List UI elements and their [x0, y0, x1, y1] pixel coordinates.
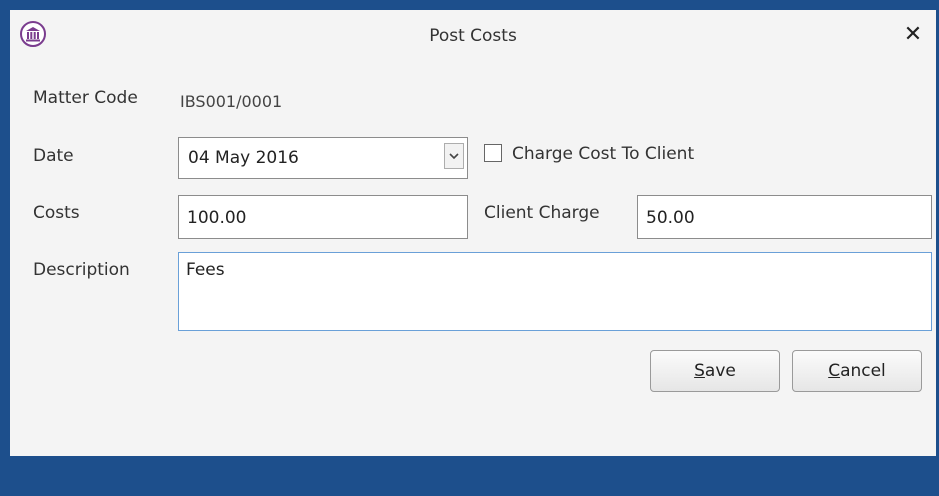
- save-label: ave: [704, 361, 736, 381]
- charge-cost-checkbox[interactable]: [484, 144, 502, 162]
- description-textarea-value: Fees: [186, 260, 225, 280]
- dialog-title: Post Costs: [429, 26, 517, 46]
- cancel-button[interactable]: Cancel: [792, 350, 922, 392]
- date-dropdown-value: 04 May 2016: [188, 148, 299, 168]
- date-dropdown[interactable]: 04 May 2016: [178, 137, 468, 179]
- costs-input-value: 100.00: [187, 208, 247, 228]
- costs-input[interactable]: 100.00: [178, 195, 468, 239]
- matter-code-label: Matter Code: [33, 88, 138, 108]
- description-label: Description: [33, 260, 130, 280]
- client-charge-label: Client Charge: [484, 203, 600, 223]
- date-label: Date: [33, 146, 74, 166]
- cancel-label: ancel: [840, 361, 886, 381]
- save-mnemonic: S: [694, 361, 705, 381]
- matter-code-value: IBS001/0001: [180, 92, 283, 111]
- post-costs-dialog: Post Costs ✕ Matter Code IBS001/0001 Dat…: [0, 0, 939, 496]
- title-bar: Post Costs ✕: [10, 10, 936, 64]
- chevron-down-icon[interactable]: [444, 143, 464, 169]
- costs-label: Costs: [33, 203, 80, 223]
- client-charge-input-value: 50.00: [646, 208, 695, 228]
- client-charge-input[interactable]: 50.00: [637, 195, 932, 239]
- save-button[interactable]: Save: [650, 350, 780, 392]
- description-textarea[interactable]: Fees: [178, 252, 932, 331]
- close-icon[interactable]: ✕: [902, 24, 924, 46]
- status-bar: [10, 456, 936, 496]
- cancel-mnemonic: C: [828, 361, 841, 381]
- charge-cost-label[interactable]: Charge Cost To Client: [512, 144, 694, 164]
